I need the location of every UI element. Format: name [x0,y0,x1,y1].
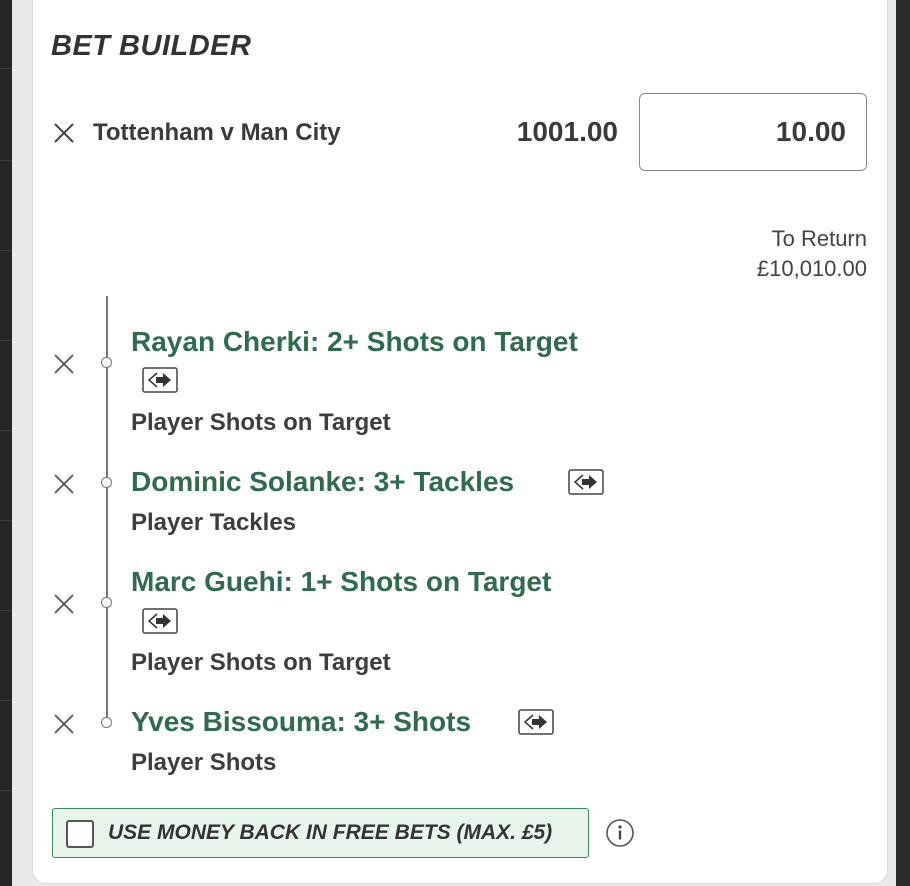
selection-title: Rayan Cherki: 2+ Shots on Target [131,326,578,357]
remove-selection-close-icon[interactable] [53,593,75,615]
money-back-option[interactable]: USE MONEY BACK IN FREE BETS (MAX. £5) [52,808,589,858]
swap-icon[interactable] [518,709,554,735]
swap-icon[interactable] [142,367,178,393]
to-return-label: To Return [771,226,867,251]
bet-odds: 1001.00 [516,116,618,147]
selection-market: Player Shots on Target [131,409,391,436]
remove-selection-close-icon[interactable] [53,713,75,735]
selection-market: Player Shots [131,749,277,776]
to-return-value: £10,010.00 [756,256,867,281]
match-name: Tottenham v Man City [93,119,341,146]
left-background-strip [0,0,12,886]
swap-icon[interactable] [568,469,604,495]
bet-builder-title: BET BUILDER [51,30,252,62]
info-icon[interactable] [605,818,635,848]
selection-title: Marc Guehi: 1+ Shots on Target [131,566,552,597]
timeline-dot [101,597,112,608]
timeline-dot [101,477,112,488]
selection-market: Player Shots on Target [131,649,391,676]
selection-market: Player Tackles [131,509,297,536]
timeline-dot [101,357,112,368]
remove-selection-close-icon[interactable] [53,473,75,495]
swap-icon[interactable] [142,608,178,634]
timeline-dot [101,717,112,728]
selection-title: Yves Bissouma: 3+ Shots [131,706,472,737]
remove-match-close-icon[interactable] [53,122,75,144]
stake-input[interactable] [639,93,867,171]
right-background-strip [896,0,910,886]
money-back-checkbox[interactable] [66,820,94,848]
remove-selection-close-icon[interactable] [53,353,75,375]
selection-title: Dominic Solanke: 3+ Tackles [131,466,515,497]
money-back-label: USE MONEY BACK IN FREE BETS (MAX. £5) [108,821,553,844]
